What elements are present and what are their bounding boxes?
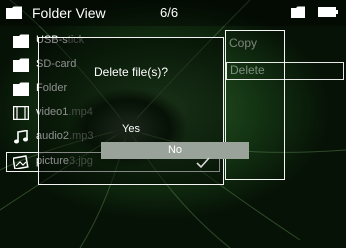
checkmark-icon <box>196 157 210 169</box>
header-bar: Folder View 6/6 <box>0 0 346 26</box>
folder-icon <box>6 6 22 19</box>
music-note-icon <box>14 130 28 144</box>
folder-icon <box>13 34 29 48</box>
folder-icon <box>291 6 305 18</box>
folder-icon <box>13 58 29 72</box>
no-button[interactable]: No <box>101 142 249 159</box>
battery-icon <box>318 7 338 17</box>
menu-item-copy[interactable]: Copy <box>229 36 345 54</box>
folder-icon <box>13 82 29 96</box>
menu-item-delete[interactable]: Delete <box>226 62 344 80</box>
yes-button[interactable]: Yes <box>39 123 223 135</box>
header-title: Folder View <box>32 5 106 21</box>
item-counter: 6/6 <box>160 5 179 20</box>
dialog-question: Delete file(s)? <box>93 65 169 79</box>
film-icon <box>13 106 29 120</box>
